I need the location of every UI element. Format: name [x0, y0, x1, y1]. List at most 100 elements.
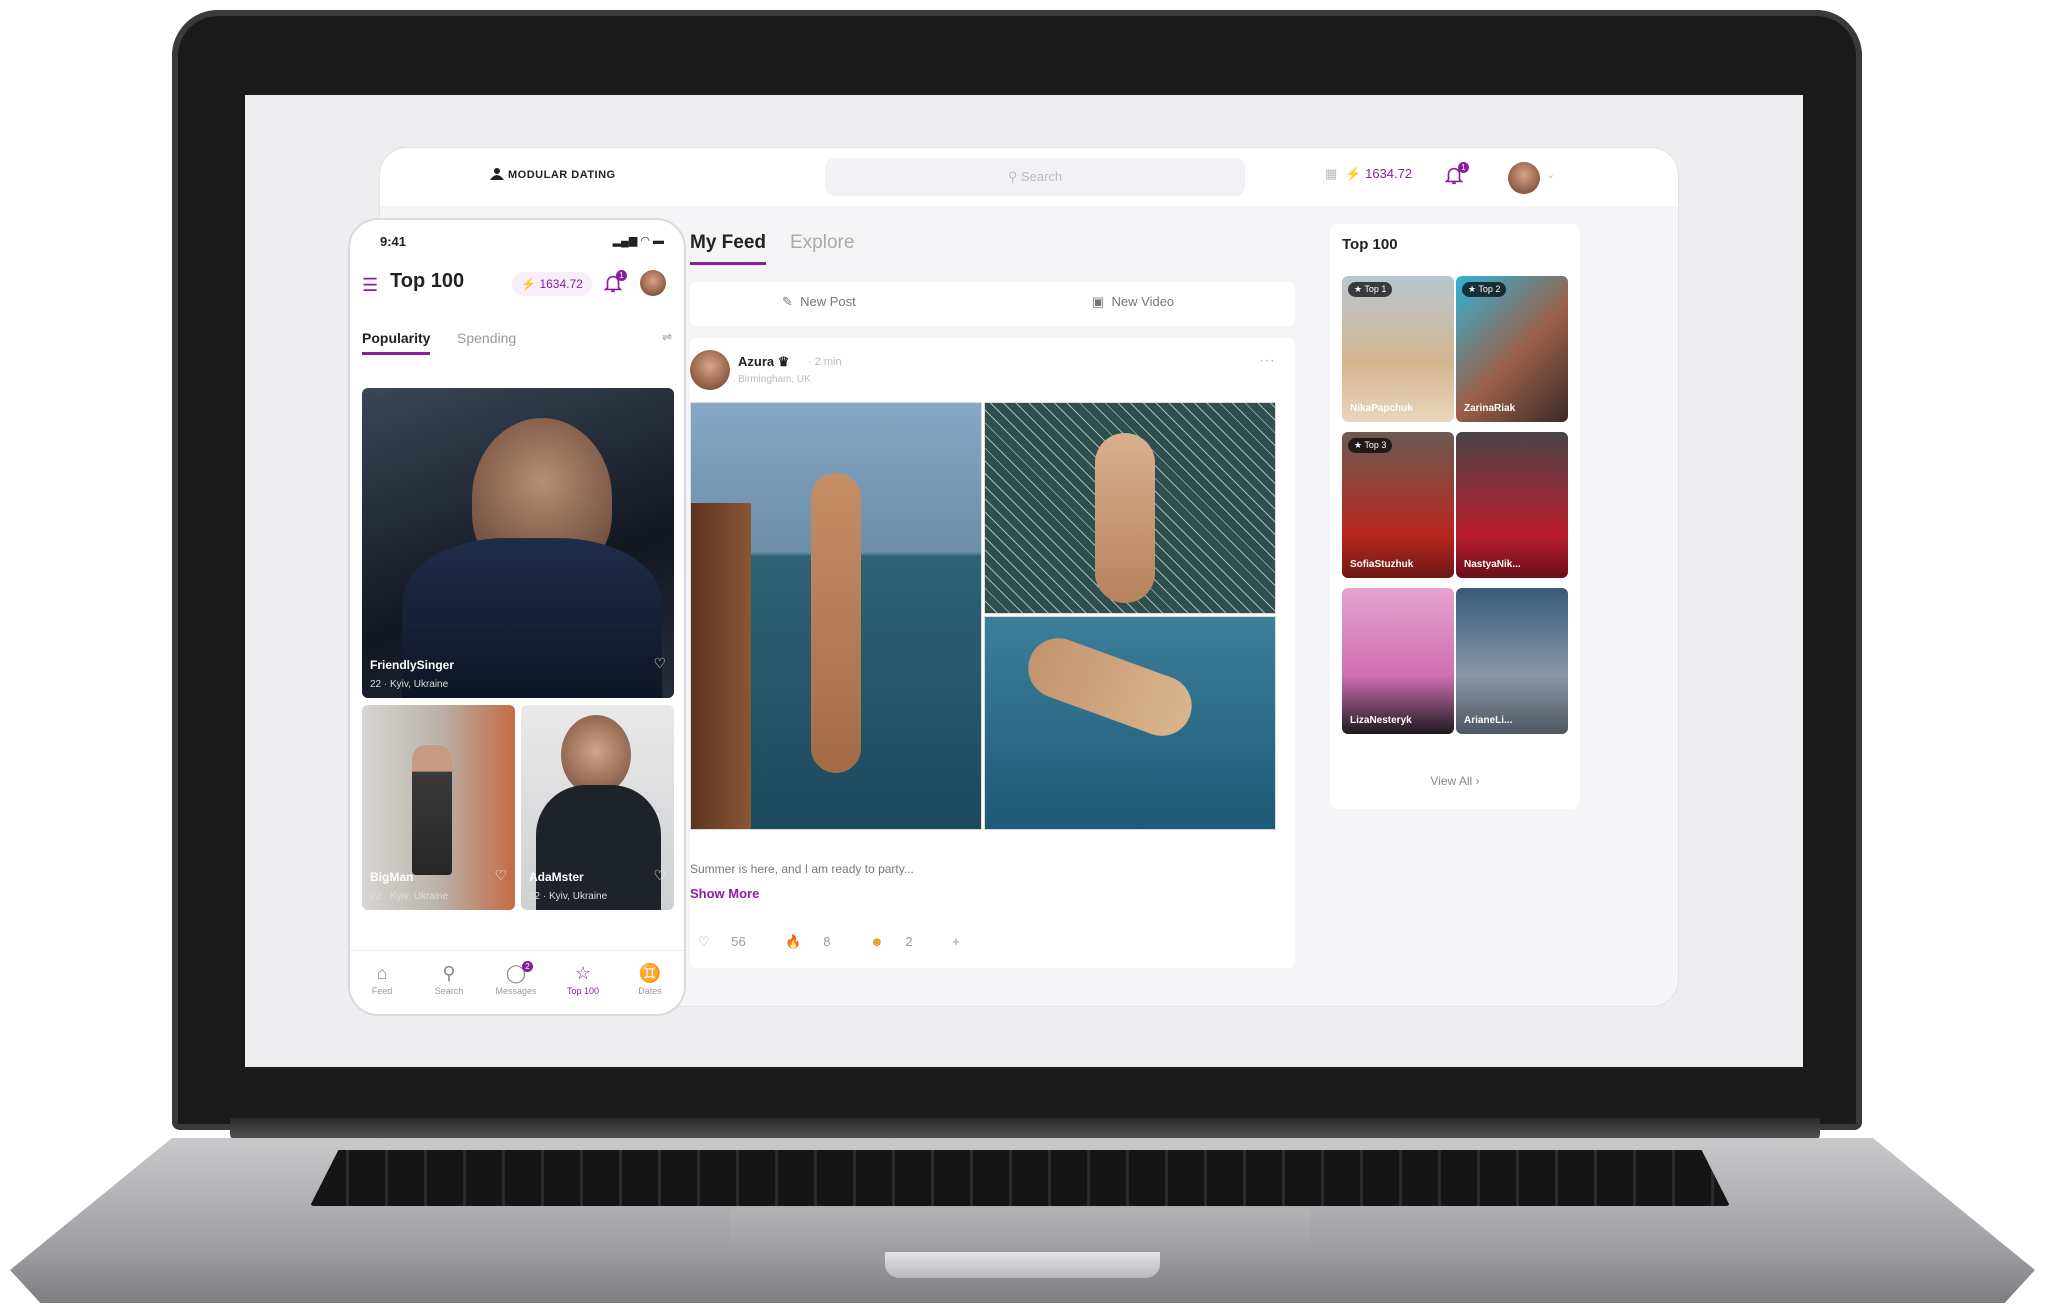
profile-location: 22 · Kyiv, Ukraine	[529, 891, 608, 902]
post-location: Birmingham, UK	[738, 374, 811, 385]
notification-badge: 1	[616, 270, 627, 281]
heart-icon[interactable]: ♡	[653, 867, 666, 884]
nav-messages[interactable]: ◯ 2 Messages	[486, 961, 546, 996]
new-video-button[interactable]: ▣ New Video	[1092, 294, 1174, 310]
profile-photo-body	[402, 538, 662, 698]
top-profile-card[interactable]: NastyaNik...	[1456, 432, 1568, 578]
laptop-trackpad	[730, 1208, 1310, 1244]
author-avatar[interactable]	[690, 350, 730, 390]
profile-name: SofiaStuzhuk	[1350, 559, 1414, 570]
phone-avatar[interactable]	[640, 270, 666, 296]
profile-name: AdaMster	[529, 870, 584, 884]
nav-feed[interactable]: ⌂ Feed	[352, 963, 412, 996]
profile-name: BigMan	[370, 870, 414, 884]
top-profile-card[interactable]: ★ Top 2 ZarinaRiak	[1456, 276, 1568, 422]
top-profile-card[interactable]: ★ Top 1 NikaPapchuk	[1342, 276, 1454, 422]
web-app: MODULAR DATING ⚲ Search ▦ ⚡ 1634.72 1 ⌄ 9…	[348, 147, 1679, 1016]
profile-location: 22 · Kyiv, Ukraine	[370, 679, 449, 690]
star-icon: ★	[1468, 284, 1477, 294]
post-photo[interactable]	[690, 402, 982, 830]
smile-reaction[interactable]: ☻ 2	[870, 934, 931, 949]
wallet-icon: ▦	[1325, 166, 1338, 181]
nav-dates[interactable]: ♊ Dates	[620, 963, 680, 996]
logo-icon	[490, 168, 504, 180]
top-profile-card[interactable]: LizaNesteryk	[1342, 588, 1454, 734]
profile-name: ArianeLi...	[1464, 715, 1513, 726]
nav-label: Messages	[495, 986, 537, 996]
smile-icon: ☻	[870, 934, 884, 949]
tab-popularity[interactable]: Popularity	[362, 330, 431, 355]
post-actions-bar: ✎ New Post ▣ New Video	[690, 282, 1295, 326]
reactions-bar: ♡ 56 🔥 8 ☻ 2 +	[698, 934, 978, 950]
user-avatar[interactable]	[1508, 162, 1540, 194]
menu-icon[interactable]: ☰	[362, 275, 378, 296]
laptop-screen: MODULAR DATING ⚲ Search ▦ ⚡ 1634.72 1 ⌄ 9…	[245, 95, 1803, 1067]
search-input[interactable]: ⚲ Search	[825, 158, 1245, 196]
profile-name: NikaPapchuk	[1350, 403, 1413, 414]
top-profile-card[interactable]: ArianeLi...	[1456, 588, 1568, 734]
profile-name: LizaNesteryk	[1350, 715, 1412, 726]
dates-icon: ♊	[638, 963, 662, 983]
star-icon: ☆	[574, 963, 592, 983]
more-options-icon[interactable]: ···	[1259, 352, 1275, 370]
fire-count: 8	[823, 934, 831, 949]
logo-text: MODULAR DATING	[508, 169, 616, 181]
profile-card[interactable]: BigMan 22 · Kyiv, Ukraine ♡	[362, 705, 515, 910]
post-time: · 2 min	[808, 356, 842, 368]
profile-card[interactable]: AdaMster 22 · Kyiv, Ukraine ♡	[521, 705, 674, 910]
profile-photo	[561, 715, 631, 795]
wallet-balance[interactable]: ▦ ⚡ 1634.72	[1325, 166, 1425, 188]
phone-wallet[interactable]: ⚡ 1634.72	[512, 272, 592, 296]
notifications-button[interactable]: 1	[1443, 162, 1469, 188]
bottom-navigation: ⌂ Feed ⚲ Search ◯ 2 Messages ☆ Top 100 ♊ Dates	[350, 950, 684, 1014]
laptop-hinge	[230, 1118, 1820, 1140]
profile-card-large[interactable]: FriendlySinger 22 · Kyiv, Ukraine ♡	[362, 388, 674, 698]
nav-label: Top 100	[566, 986, 600, 996]
heart-icon[interactable]: ♡	[653, 655, 666, 672]
search-icon: ⚲	[442, 963, 456, 983]
chevron-down-icon[interactable]: ⌄	[1546, 168, 1555, 181]
phone-notifications-button[interactable]: 1	[602, 270, 627, 294]
brand-logo[interactable]: MODULAR DATING	[490, 168, 616, 181]
edit-icon: ✎	[782, 294, 793, 309]
nav-top100[interactable]: ☆ Top 100	[553, 963, 613, 996]
new-post-button[interactable]: ✎ New Post	[782, 294, 856, 310]
profile-name: NastyaNik...	[1464, 559, 1521, 570]
post-author[interactable]: Azura ♛	[738, 354, 789, 370]
coin-icon: ⚡	[521, 277, 537, 291]
photo-figure	[811, 473, 861, 773]
tab-spending[interactable]: Spending	[457, 330, 516, 352]
filter-icon[interactable]: ⇌	[662, 330, 672, 344]
laptop-keyboard	[310, 1150, 1730, 1206]
nav-search[interactable]: ⚲ Search	[419, 963, 479, 996]
profile-location: 22 · Kyiv, Ukraine	[370, 891, 449, 902]
top-profile-card[interactable]: ★ Top 3 SofiaStuzhuk	[1342, 432, 1454, 578]
feed-post: Azura ♛ · 2 min Birmingham, UK ··· Summe…	[690, 338, 1295, 968]
rank-badge: ★ Top 3	[1348, 438, 1393, 453]
page-title: Top 100	[390, 270, 465, 292]
messages-badge: 2	[522, 961, 533, 972]
new-post-label: New Post	[800, 294, 856, 309]
tab-my-feed[interactable]: My Feed	[690, 232, 767, 265]
heart-icon[interactable]: ♡	[494, 867, 507, 884]
add-reaction-icon[interactable]: +	[952, 934, 960, 949]
like-count: 56	[731, 934, 746, 949]
camera-icon: ▣	[1092, 294, 1105, 309]
post-photo[interactable]	[984, 402, 1276, 614]
wallet-value: 1634.72	[1365, 166, 1413, 181]
view-all-link[interactable]: View All ›	[1330, 774, 1580, 788]
smile-count: 2	[905, 934, 913, 949]
show-more-link[interactable]: Show More	[690, 886, 759, 901]
home-icon: ⌂	[376, 963, 388, 983]
new-video-label: New Video	[1111, 294, 1175, 309]
nav-label: Feed	[371, 986, 393, 996]
like-reaction[interactable]: ♡ 56	[698, 934, 764, 949]
fire-reaction[interactable]: 🔥 8	[785, 934, 848, 949]
messages-icon: ◯	[505, 963, 527, 983]
post-photo[interactable]	[984, 616, 1276, 830]
tab-explore[interactable]: Explore	[790, 232, 854, 262]
status-time: 9:41	[380, 234, 407, 249]
rank-badge: ★ Top 2	[1462, 282, 1507, 297]
crown-icon: ♛	[777, 354, 790, 369]
coin-icon: ⚡	[1345, 166, 1362, 181]
